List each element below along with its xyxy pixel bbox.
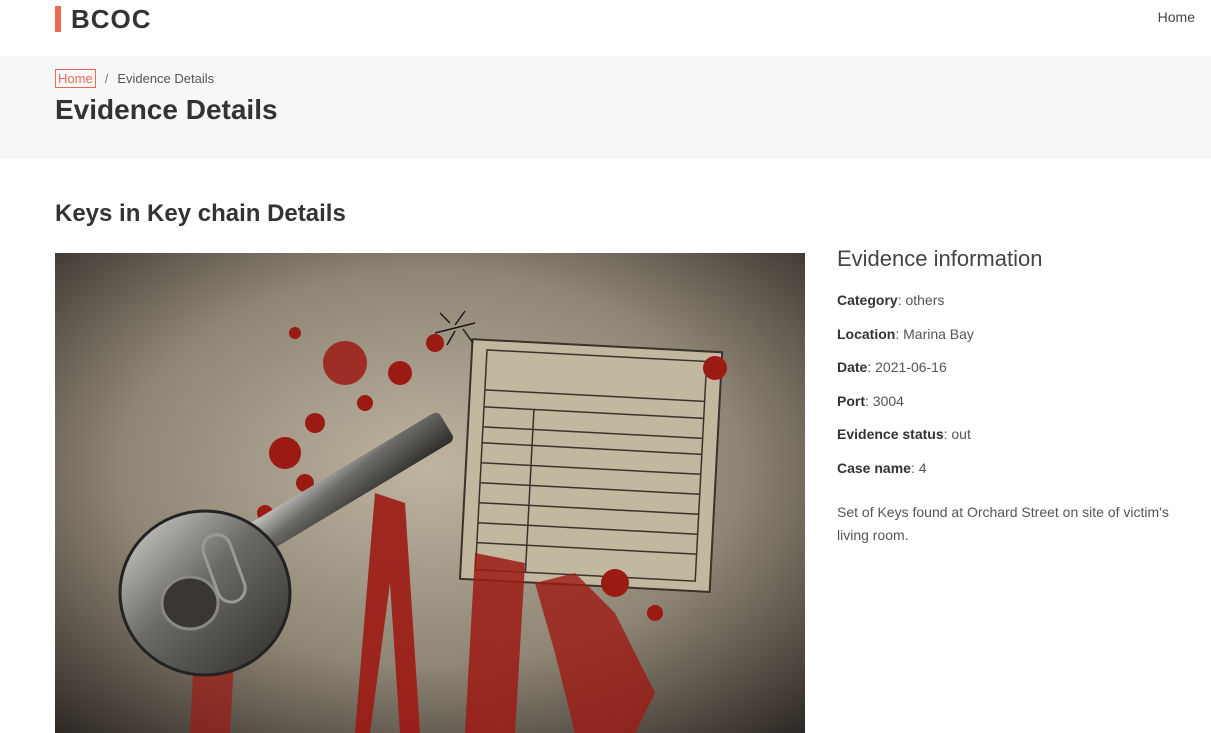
evidence-details-title: Keys in Key chain Details <box>55 200 346 227</box>
info-value: 3004 <box>872 392 904 409</box>
breadcrumb-separator: / <box>104 71 109 86</box>
evidence-information-panel: Evidence information Category: others Lo… <box>837 246 1187 561</box>
info-value: others <box>905 292 945 308</box>
info-row-evidence-status: Evidence status: out <box>837 426 971 442</box>
site-header: BCOC Home <box>0 0 1211 56</box>
breadcrumb-current: Evidence Details <box>117 71 215 86</box>
info-label: Case name <box>837 459 911 476</box>
evidence-description: Set of Keys found at Orchard Street on s… <box>837 504 1169 543</box>
info-value: 2021-06-16 <box>875 359 947 375</box>
info-row-case-name: Case name: 4 <box>837 459 927 476</box>
info-value: Marina Bay <box>903 325 974 342</box>
info-label: Category <box>837 292 898 308</box>
info-label: Date <box>837 359 868 375</box>
nav-home-link[interactable]: Home <box>1158 9 1195 25</box>
info-value: out <box>951 426 971 442</box>
evidence-photo <box>55 253 805 733</box>
logo-accent-bar <box>55 6 61 32</box>
logo[interactable]: BCOC <box>55 4 152 34</box>
page-title: Evidence Details <box>55 94 278 125</box>
evidence-information-heading: Evidence information <box>837 246 1043 271</box>
logo-text: BCOC <box>71 3 152 34</box>
info-row-port: Port: 3004 <box>837 392 904 409</box>
info-label: Port <box>837 392 865 409</box>
breadcrumb-home-link[interactable]: Home <box>55 69 96 88</box>
info-label: Location <box>837 325 896 342</box>
info-row-date: Date: 2021-06-16 <box>837 359 947 375</box>
info-label: Evidence status <box>837 426 944 442</box>
info-value: 4 <box>918 459 927 476</box>
breadcrumb: Home / Evidence Details <box>55 69 214 88</box>
breadcrumbs-section: Home / Evidence Details Evidence Details <box>0 56 1211 159</box>
info-row-category: Category: others <box>837 292 945 308</box>
info-row-location: Location: Marina Bay <box>837 325 974 342</box>
